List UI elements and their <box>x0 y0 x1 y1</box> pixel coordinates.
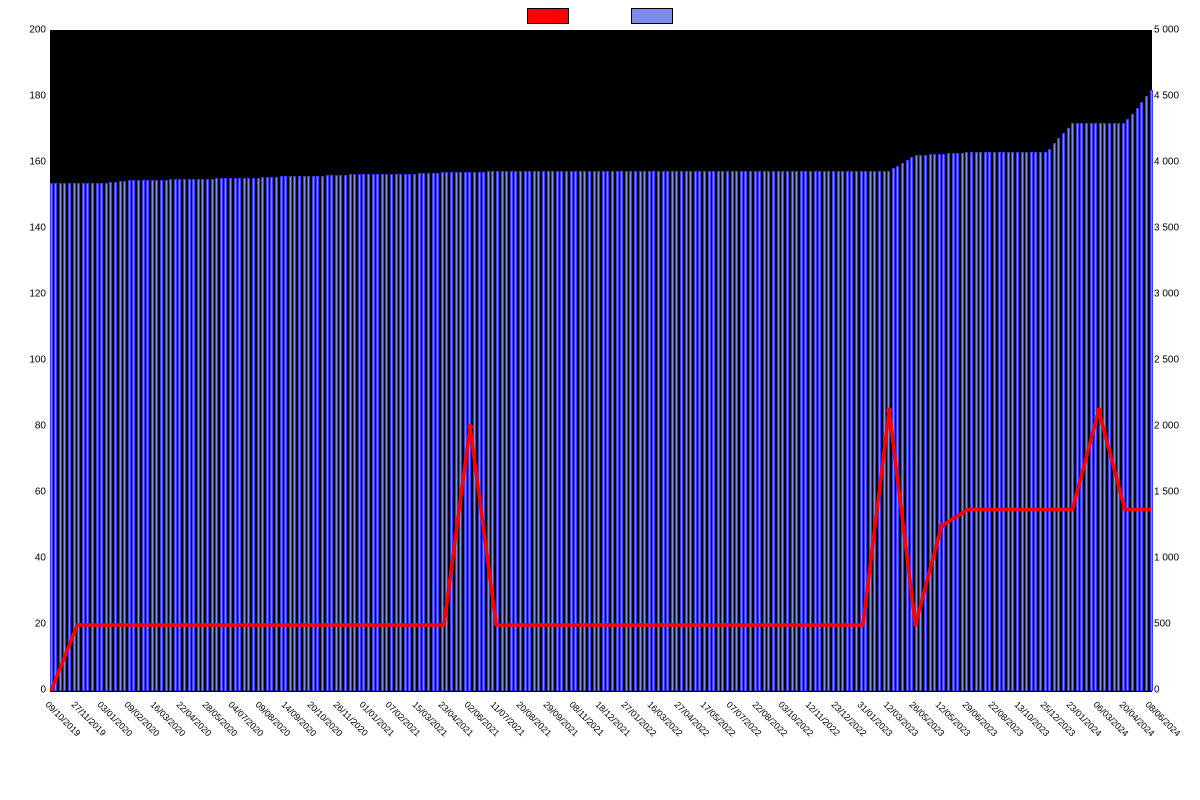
line-layer <box>51 31 1151 691</box>
red-marker <box>886 408 892 414</box>
y-right-tick: 500 <box>1154 619 1171 630</box>
y-right-tick: 4 000 <box>1154 157 1179 168</box>
y-axis-right: 05001 0001 5002 0002 5003 0003 5004 0004… <box>1150 30 1200 690</box>
x-axis: 09/10/201927/11/201903/01/202009/02/2020… <box>50 690 1150 800</box>
red-line <box>51 411 1151 692</box>
y-left-tick: 60 <box>35 487 46 498</box>
y-left-tick: 40 <box>35 553 46 564</box>
y-right-tick: 3 000 <box>1154 289 1179 300</box>
y-left-tick: 180 <box>29 91 46 102</box>
y-left-tick: 20 <box>35 619 46 630</box>
y-right-tick: 2 000 <box>1154 421 1179 432</box>
red-marker <box>1096 408 1102 414</box>
legend-swatch-red <box>527 8 569 24</box>
y-left-tick: 200 <box>29 25 46 36</box>
legend-swatch-blue <box>631 8 673 24</box>
chart-container: 0 20 40 60 80 100 120 140 160 180 200 0 500 1 000 1 5… <box>0 0 1200 800</box>
y-left-tick: 0 <box>40 685 46 696</box>
y-left-tick: 140 <box>29 223 46 234</box>
y-left-tick: 80 <box>35 421 46 432</box>
red-marker <box>467 424 473 430</box>
red-marker <box>938 523 944 529</box>
y-right-tick: 5 000 <box>1154 25 1179 36</box>
y-axis-left: 020406080100120140160180200 <box>0 30 50 690</box>
y-left-tick: 160 <box>29 157 46 168</box>
y-left-tick: 100 <box>29 355 46 366</box>
y-right-tick: 4 500 <box>1154 91 1179 102</box>
y-right-tick: 0 <box>1154 685 1160 696</box>
y-right-tick: 1 000 <box>1154 553 1179 564</box>
legend <box>0 8 1200 24</box>
y-right-tick: 2 500 <box>1154 355 1179 366</box>
y-right-tick: 1 500 <box>1154 487 1179 498</box>
y-right-tick: 3 500 <box>1154 223 1179 234</box>
y-left-tick: 120 <box>29 289 46 300</box>
plot-area <box>50 30 1152 692</box>
